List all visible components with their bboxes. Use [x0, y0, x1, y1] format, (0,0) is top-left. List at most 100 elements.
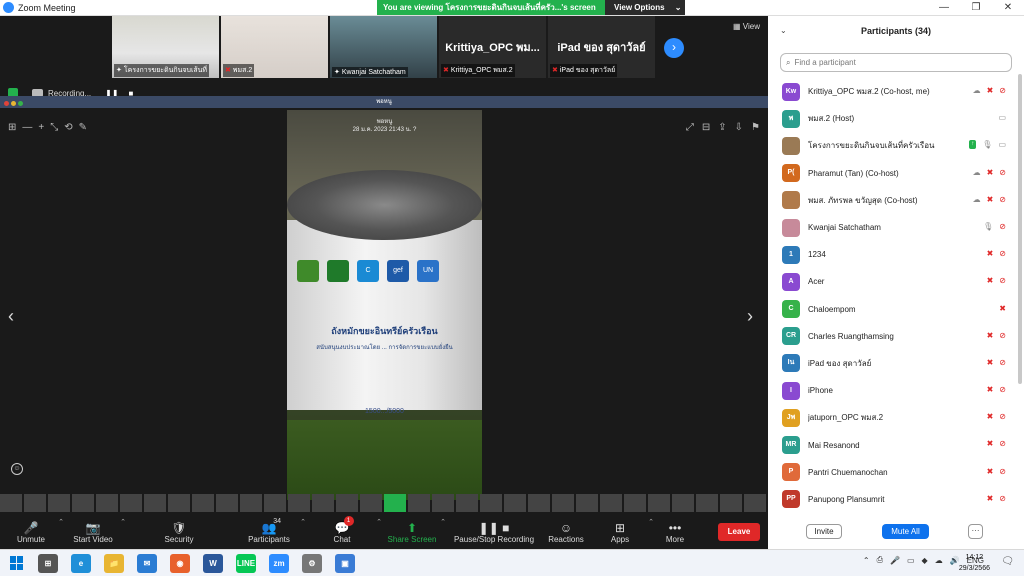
participant-row[interactable]: โครงการขยะดินกินจบเส้นที่ครัวเรือน ↑ 🎙 ▭ — [768, 132, 1016, 159]
bookmark-icon[interactable]: ⚑ — [751, 122, 760, 133]
more-button[interactable]: ••• More — [652, 516, 698, 549]
participant-row[interactable]: Kwanjai Satchatham 🎙 ⊘ — [768, 214, 1016, 241]
close-button[interactable]: ✕ — [992, 0, 1024, 16]
participant-row[interactable]: พมส. ภัทรพล ขวัญสุด (Co-host) ☁ ✖ ⊘ — [768, 187, 1016, 214]
participant-row[interactable]: C Chaloempom ✖ — [768, 296, 1016, 323]
zoom-in-icon[interactable]: + — [38, 122, 44, 133]
start-video-button[interactable]: 📷 Start Video ⌃ — [62, 516, 126, 549]
participant-row[interactable]: Iน iPad ของ สุดาวัลย์ ✖ ⊘ — [768, 350, 1016, 377]
filmstrip-tile[interactable] — [456, 494, 478, 512]
taskbar-app-icon[interactable]: LINE — [236, 554, 256, 573]
participants-scrollbar[interactable] — [1018, 74, 1022, 384]
security-button[interactable]: 🛡 Security — [124, 516, 234, 549]
filmstrip-tile[interactable] — [0, 494, 22, 512]
filmstrip-tile[interactable] — [696, 494, 718, 512]
participant-row[interactable]: P(Pharamut (Tan) (Co-host) ☁ ✖ ⊘ — [768, 160, 1016, 187]
filmstrip-tile[interactable] — [408, 494, 430, 512]
mute-all-button[interactable]: Mute All — [882, 524, 929, 539]
participant-row[interactable]: พ พมส.2 (Host) ▭ — [768, 105, 1016, 132]
filmstrip-tile[interactable] — [120, 494, 142, 512]
filmstrip-tile[interactable] — [360, 494, 382, 512]
participant-row[interactable]: P Pantri Chuemanochan ✖ ⊘ — [768, 459, 1016, 486]
expand-icon[interactable]: ⤢ — [686, 122, 694, 133]
panel-more-button[interactable]: ··· — [968, 524, 983, 539]
video-thumbnail[interactable]: ✖ พมส.2 — [221, 16, 328, 78]
invite-button[interactable]: Invite — [806, 524, 842, 539]
start-button[interactable] — [10, 556, 24, 570]
filmstrip-tile[interactable] — [528, 494, 550, 512]
share-screen-button[interactable]: ⬆ Share Screen ⌃ — [380, 516, 446, 549]
participant-search-input[interactable] — [794, 58, 995, 67]
taskbar-app-icon[interactable]: ◉ — [170, 554, 190, 573]
participant-row[interactable]: 1 1234 ✖ ⊘ — [768, 241, 1016, 268]
filmstrip-tile[interactable] — [384, 494, 406, 512]
filmstrip-tile[interactable] — [192, 494, 214, 512]
filmstrip-tile[interactable] — [744, 494, 766, 512]
participant-row[interactable]: IiPhone ✖ ⊘ — [768, 377, 1016, 404]
filmstrip-tile[interactable] — [720, 494, 742, 512]
video-thumbnail[interactable]: Krittiya_OPC พม... ✖ Krittiya_OPC พมส.2 — [439, 16, 546, 78]
video-thumbnail[interactable]: ✦ โครงการขยะดินกินจบเส้นที่ — [112, 16, 219, 78]
filmstrip-tile[interactable] — [504, 494, 526, 512]
participant-row[interactable]: MR Mai Resanond ✖ ⊘ — [768, 431, 1016, 458]
participant-row[interactable]: CR Charles Ruangthamsing ✖ ⊘ — [768, 323, 1016, 350]
view-options-button[interactable]: View Options ⌄ — [605, 0, 685, 15]
fit-icon[interactable]: ⤡ — [50, 122, 58, 133]
filmstrip-tile[interactable] — [312, 494, 334, 512]
tray-icon[interactable]: ☁ — [935, 556, 943, 565]
tray-icon[interactable]: ⎙ — [877, 555, 883, 565]
chat-button[interactable]: 💬 1 Chat ⌃ — [304, 516, 382, 549]
share-out-icon[interactable]: ⇪ — [718, 122, 726, 133]
participants-button[interactable]: 👥 34 Participants ⌃ — [234, 516, 306, 549]
download-icon[interactable]: ⇩ — [735, 122, 743, 133]
leave-button[interactable]: Leave — [718, 523, 760, 541]
filmstrip-tile[interactable] — [648, 494, 670, 512]
participant-row[interactable]: PP Panupong Plansumrit ✖ ⊘ — [768, 486, 1016, 511]
tray-icon[interactable]: 🎤 — [890, 556, 900, 565]
pause-stop-recording-button[interactable]: ❚❚ ■ Pause/Stop Recording — [444, 516, 544, 549]
tray-icon[interactable]: ▭ — [907, 556, 915, 565]
taskbar-app-icon[interactable]: W — [203, 554, 223, 573]
taskbar-app-icon[interactable]: e — [71, 554, 91, 573]
filmstrip-tile[interactable] — [576, 494, 598, 512]
tray-icon[interactable]: ⌃ — [863, 556, 870, 565]
taskbar-app-icon[interactable]: zm — [269, 554, 289, 573]
participant-row[interactable]: Jพ jatuporn_OPC พมส.2 ✖ ⊘ — [768, 404, 1016, 431]
participant-row[interactable]: Kw Krittiya_OPC พมส.2 (Co-host, me) ☁ ✖ ⊘ — [768, 78, 1016, 105]
taskbar-app-icon[interactable]: 📁 — [104, 554, 124, 573]
taskbar-app-icon[interactable]: ✉ — [137, 554, 157, 573]
filmstrip-tile[interactable] — [168, 494, 190, 512]
next-page-button[interactable]: › — [747, 306, 753, 327]
filmstrip-tile[interactable] — [432, 494, 454, 512]
filmstrip-tile[interactable] — [288, 494, 310, 512]
filmstrip-tile[interactable] — [480, 494, 502, 512]
annotate-icon[interactable]: ✎ — [79, 122, 87, 133]
apps-button[interactable]: ⊞ Apps ⌃ — [588, 516, 654, 549]
filmstrip-tile[interactable] — [48, 494, 70, 512]
rotate-icon[interactable]: ⟲ — [64, 122, 72, 133]
grid-icon[interactable]: ⊞ — [8, 122, 16, 133]
filmstrip-tile[interactable] — [24, 494, 46, 512]
next-thumbnails-button[interactable]: › — [664, 38, 684, 58]
taskbar-app-icon[interactable]: ⚙ — [302, 554, 322, 573]
video-thumbnail[interactable]: ✦ Kwanjai Satchatham — [330, 16, 437, 78]
video-thumbnail[interactable]: iPad ของ สุดาวัลย์ ✖ iPad ของ สุดาวัลย์ — [548, 16, 655, 78]
taskbar-clock[interactable]: 14:12 29/3/2566 — [959, 552, 990, 574]
filmstrip-tile[interactable] — [240, 494, 262, 512]
filmstrip-tile[interactable] — [672, 494, 694, 512]
emoji-icon[interactable]: ☺ — [11, 463, 23, 475]
filmstrip-tile[interactable] — [552, 494, 574, 512]
notification-icon[interactable]: 🗨 — [1001, 556, 1014, 567]
filmstrip-tile[interactable] — [96, 494, 118, 512]
filmstrip-tile[interactable] — [72, 494, 94, 512]
filmstrip-tile[interactable] — [336, 494, 358, 512]
unmute-button[interactable]: 🎤 Unmute ⌃ — [0, 516, 64, 549]
previous-page-button[interactable]: ‹ — [8, 306, 14, 327]
filmstrip-tile[interactable] — [264, 494, 286, 512]
filmstrip-tile[interactable] — [144, 494, 166, 512]
tray-icon[interactable]: ◆ — [922, 556, 928, 565]
filmstrip-tile[interactable] — [624, 494, 646, 512]
minimize-button[interactable]: — — [928, 0, 960, 16]
participant-row[interactable]: A Acer ✖ ⊘ — [768, 268, 1016, 295]
zoom-out-icon[interactable]: — — [22, 122, 32, 133]
